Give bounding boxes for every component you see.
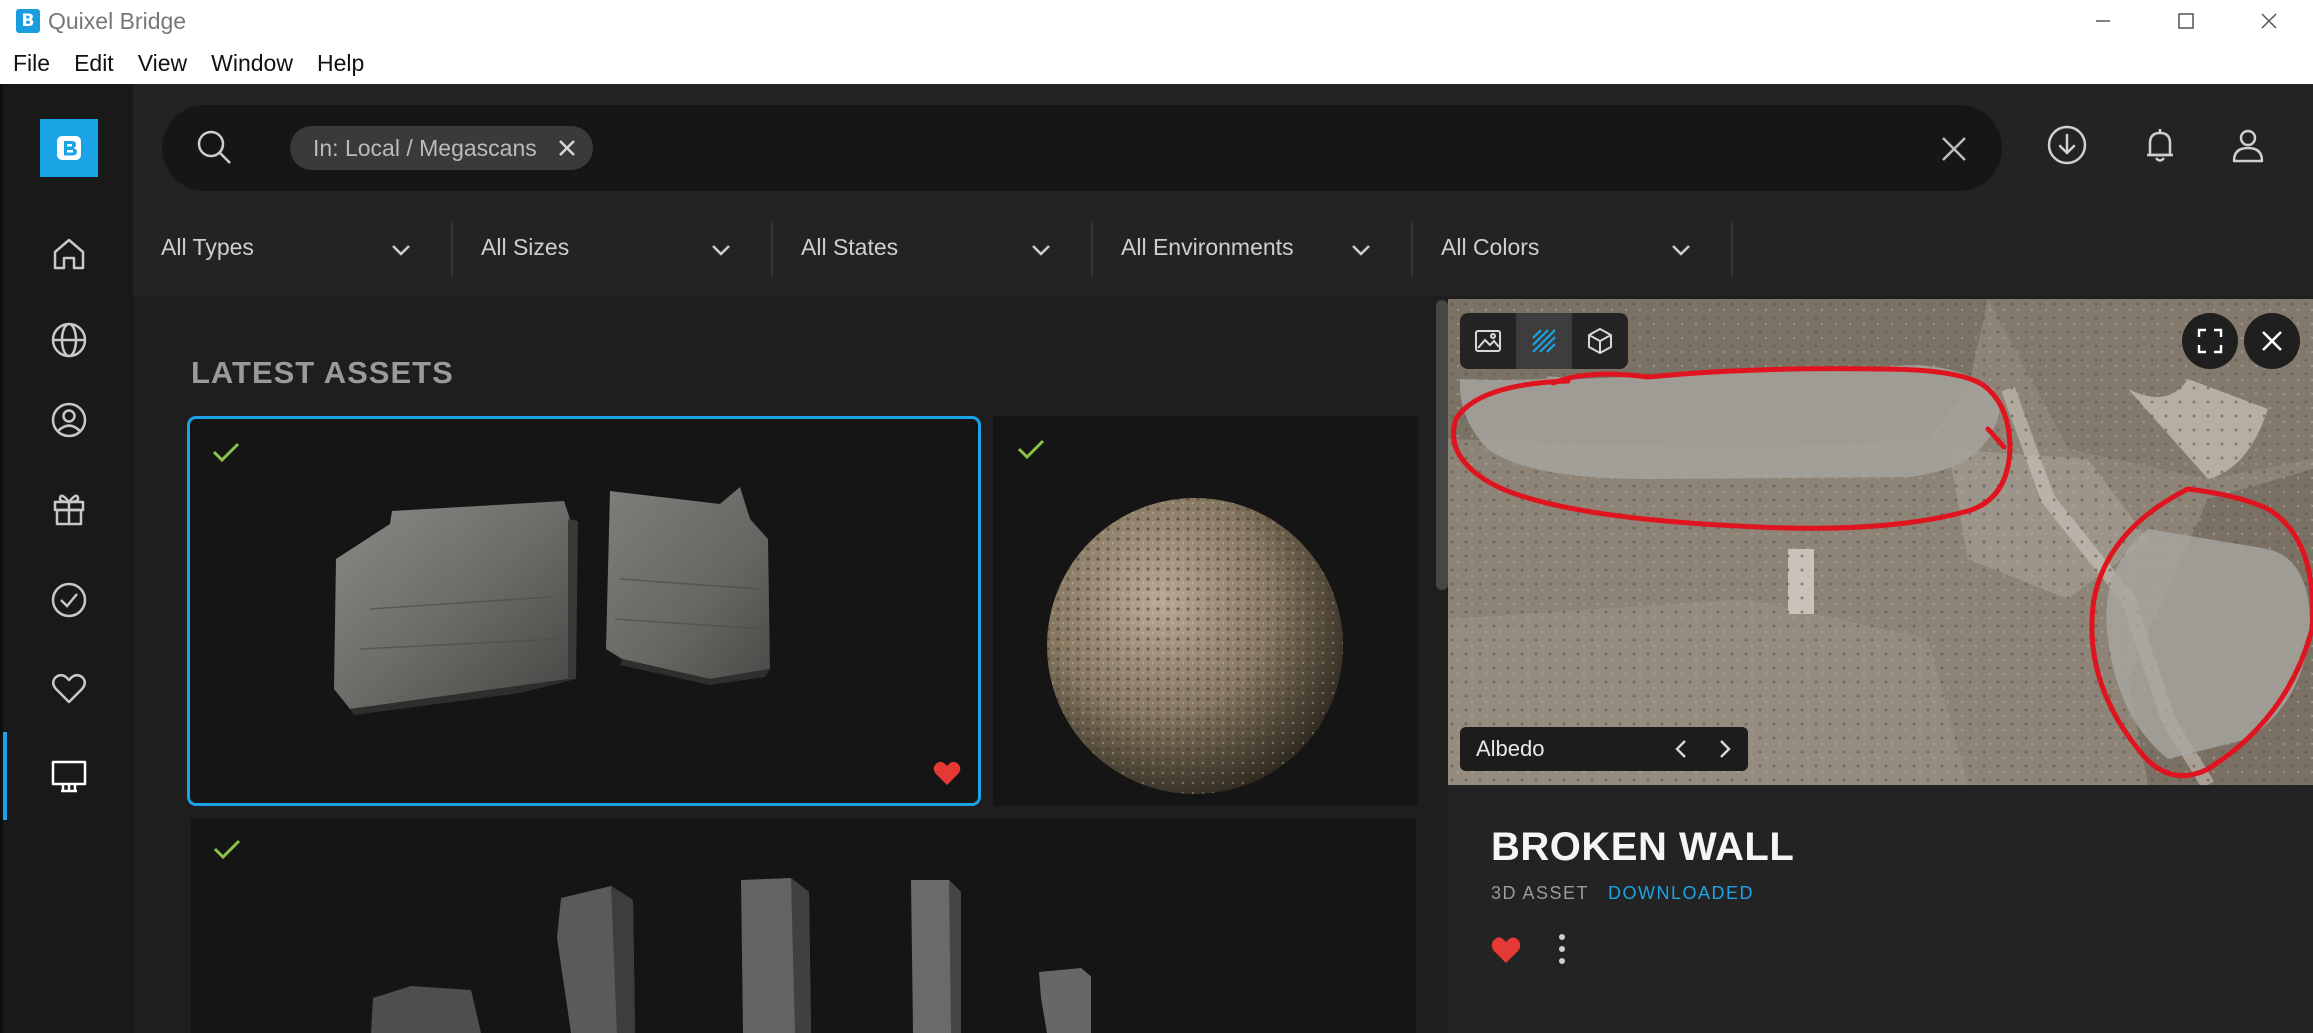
downloaded-check-icon	[1017, 439, 1045, 460]
asset-info: BROKEN WALL 3D ASSET DOWNLOADED	[1448, 785, 2313, 1033]
menu-edit[interactable]: Edit	[74, 50, 114, 77]
search-filter-chip-label: In: Local / Megascans	[313, 135, 537, 161]
filter-label: All Sizes	[481, 234, 570, 260]
texture-map-label: Albedo	[1476, 736, 1545, 761]
section-title: LATEST ASSETS	[191, 355, 454, 390]
texture-map-selector[interactable]: Albedo	[1460, 727, 1748, 771]
heart-icon[interactable]	[47, 666, 91, 710]
monitor-icon[interactable]	[47, 754, 91, 798]
asset-browser: LATEST ASSETS	[133, 296, 1436, 1033]
minimize-button[interactable]	[2088, 6, 2118, 36]
asset-name: BROKEN WALL	[1491, 825, 1795, 869]
remove-chip-icon[interactable]	[557, 138, 577, 158]
user-circle-icon[interactable]	[47, 398, 91, 442]
chevron-down-icon	[1032, 245, 1050, 256]
home-icon[interactable]	[47, 232, 91, 276]
chevron-down-icon	[1672, 245, 1690, 256]
asset-state-badge: DOWNLOADED	[1608, 883, 1755, 903]
view-mode-toolbar	[1460, 313, 1628, 369]
broken-wall-thumbnail	[334, 487, 770, 715]
menu-help[interactable]: Help	[317, 50, 364, 77]
chevron-down-icon	[1352, 245, 1370, 256]
account-icon[interactable]	[2226, 123, 2270, 167]
favorite-heart-icon[interactable]	[932, 759, 962, 787]
albedo-texture-image	[1448, 299, 2313, 785]
filter-bar: All Types All Sizes All States All Envir…	[133, 221, 1733, 277]
close-icon	[2262, 331, 2282, 351]
sidebar	[0, 84, 133, 1033]
app-logo-icon: B	[16, 9, 40, 33]
asset-card-concrete-pillars[interactable]	[191, 818, 1416, 1033]
filter-states-dropdown[interactable]: All States	[773, 221, 1093, 277]
quixel-bridge-window: B Quixel Bridge File Edit View Window He…	[0, 0, 2313, 1033]
3d-model-view-icon[interactable]	[1572, 313, 1628, 369]
downloaded-check-icon	[213, 839, 241, 860]
filter-sizes-dropdown[interactable]: All Sizes	[453, 221, 773, 277]
menu-view[interactable]: View	[138, 50, 187, 77]
asset-type: 3D ASSET	[1491, 883, 1590, 903]
menu-bar: File Edit View Window Help	[0, 42, 2313, 84]
asset-card-surface[interactable]	[993, 416, 1418, 806]
fullscreen-icon	[2197, 328, 2223, 354]
image-view-icon[interactable]	[1460, 313, 1516, 369]
asset-card-broken-wall[interactable]	[187, 416, 981, 806]
downloaded-check-icon	[212, 442, 240, 463]
more-options-icon[interactable]	[1556, 931, 1568, 967]
filter-label: All Colors	[1441, 234, 1540, 260]
window-title: Quixel Bridge	[48, 8, 187, 34]
search-filter-chip[interactable]: In: Local / Megascans	[290, 126, 593, 170]
menu-file[interactable]: File	[13, 50, 50, 77]
gift-icon[interactable]	[47, 486, 91, 530]
sidebar-active-indicator	[3, 732, 7, 820]
chevron-down-icon	[392, 245, 410, 256]
texture-maps-view-icon[interactable]	[1516, 313, 1572, 369]
filter-colors-dropdown[interactable]: All Colors	[1413, 221, 1733, 277]
albedo-preview[interactable]: Albedo	[1448, 299, 2313, 785]
top-bar: In: Local / Megascans All Types All Size…	[133, 84, 2313, 296]
search-bar[interactable]: In: Local / Megascans	[162, 105, 2002, 191]
search-icon[interactable]	[194, 127, 234, 167]
filter-label: All States	[801, 234, 899, 260]
close-window-button[interactable]	[2254, 6, 2284, 36]
chevron-left-icon[interactable]	[1670, 737, 1694, 761]
asset-list-scrollbar[interactable]	[1436, 300, 1448, 590]
chevron-down-icon	[712, 245, 730, 256]
bridge-logo-icon[interactable]	[40, 119, 98, 177]
filter-environments-dropdown[interactable]: All Environments	[1093, 221, 1413, 277]
close-detail-button[interactable]	[2244, 313, 2300, 369]
concrete-pillars-thumbnail	[371, 878, 1091, 1033]
chevron-right-icon[interactable]	[1712, 737, 1736, 761]
asset-detail-panel: Albedo BROKEN WALL 3D ASSET DOWNLOADED	[1448, 299, 2313, 1033]
filter-types-dropdown[interactable]: All Types	[133, 221, 453, 277]
fullscreen-button[interactable]	[2182, 313, 2238, 369]
favorite-heart-icon[interactable]	[1490, 935, 1522, 965]
downloads-icon[interactable]	[2045, 123, 2089, 167]
maximize-button[interactable]	[2171, 6, 2201, 36]
menu-window[interactable]: Window	[211, 50, 293, 77]
filter-label: All Environments	[1121, 234, 1294, 260]
check-circle-icon[interactable]	[47, 578, 91, 622]
notifications-icon[interactable]	[2138, 123, 2182, 167]
title-bar: B Quixel Bridge	[0, 0, 2313, 42]
globe-icon[interactable]	[47, 318, 91, 362]
surface-sphere-thumbnail	[1047, 498, 1343, 794]
filter-label: All Types	[161, 234, 254, 260]
clear-search-icon[interactable]	[1940, 135, 1968, 163]
